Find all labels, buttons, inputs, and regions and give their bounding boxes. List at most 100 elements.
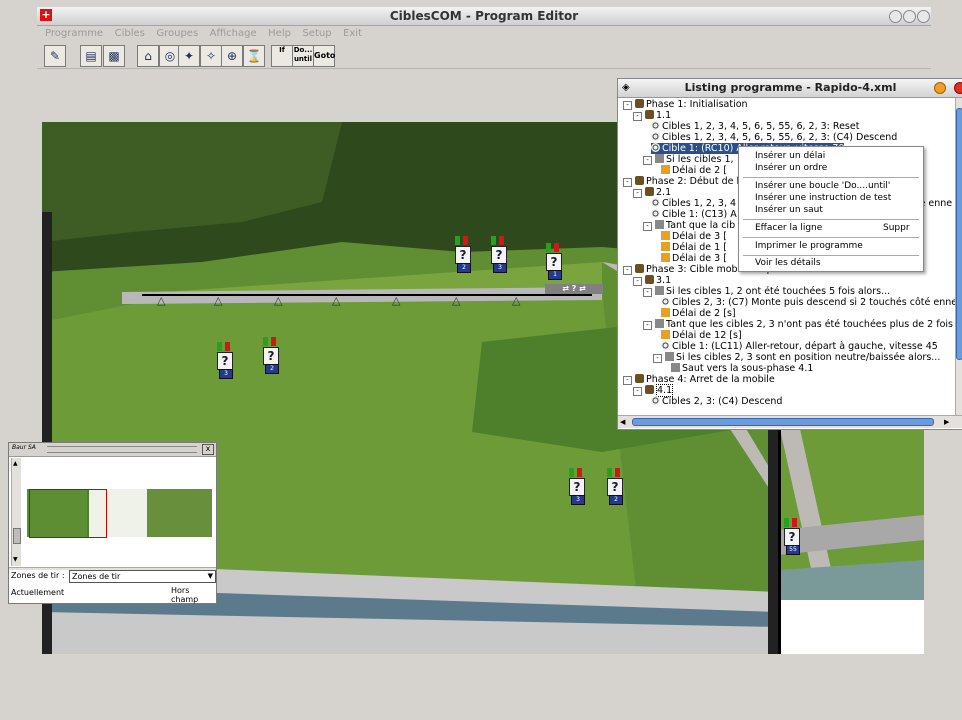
- map-target[interactable]: ? 3: [488, 234, 510, 274]
- map-target[interactable]: ? 3: [566, 466, 588, 506]
- up-arrow-icon: [569, 468, 574, 477]
- menu-groupes[interactable]: Groupes: [156, 26, 198, 41]
- scroll-thumb[interactable]: [956, 108, 962, 360]
- minimize-icon[interactable]: [934, 82, 946, 94]
- tree-row[interactable]: - Tant que la cib: [643, 220, 735, 231]
- tree-row[interactable]: - Si les cibles 1, 2 ont été touchées 5 f…: [643, 286, 890, 297]
- menu-insert-test[interactable]: Insérer une instruction de test: [755, 192, 891, 204]
- condition-icon: [655, 154, 664, 163]
- down-arrow-icon: [577, 468, 582, 477]
- crosshair-icon[interactable]: ⊕: [221, 45, 243, 67]
- new-program-icon[interactable]: ✎: [44, 45, 66, 67]
- tree-row[interactable]: Cible 1: (LC11) Aller-retour, départ à g…: [661, 341, 938, 352]
- delay-icon[interactable]: ⌛: [243, 45, 265, 67]
- down-arrow-icon: [463, 236, 468, 245]
- map-target[interactable]: ? 2: [260, 335, 282, 375]
- map-target[interactable]: ? 3: [214, 340, 236, 380]
- up-arrow-icon: [607, 468, 612, 477]
- tree-row[interactable]: - Phase 4: Arret de la mobile: [623, 374, 775, 385]
- tree-row[interactable]: -2.1: [633, 187, 671, 198]
- menu-cibles[interactable]: Cibles: [115, 26, 145, 41]
- phase-icon: [635, 176, 644, 185]
- tree-row[interactable]: Délai de 2 [: [661, 165, 727, 176]
- menu-insert-jump[interactable]: Insérer un saut: [755, 204, 823, 216]
- menu-help[interactable]: Help: [268, 26, 291, 41]
- tree-row[interactable]: - Tant que les cibles 2, 3 n'ont pas été …: [643, 319, 956, 330]
- tree-row[interactable]: Délai de 12 [s]: [661, 330, 742, 341]
- target-order-icon: [651, 198, 660, 207]
- goto-button[interactable]: Goto: [313, 45, 335, 67]
- zones-dropdown[interactable]: Zones de tir ▼: [69, 570, 216, 583]
- listing-vertical-scrollbar[interactable]: [955, 98, 962, 416]
- menu-delete-line[interactable]: Effacer la ligne: [755, 222, 822, 234]
- menu-insert-delay[interactable]: Insérer un délai: [755, 150, 825, 162]
- tree-row[interactable]: - Phase 1: Initialisation: [623, 99, 748, 110]
- scroll-thumb[interactable]: [13, 528, 21, 544]
- zones-dropdown-value: Zones de tir: [72, 572, 121, 581]
- grip-lines: [47, 446, 197, 453]
- scroll-thumb[interactable]: [632, 418, 934, 426]
- scroll-up-icon[interactable]: ▲: [13, 460, 18, 467]
- maximize-button[interactable]: [903, 10, 916, 23]
- delay-icon: [661, 165, 670, 174]
- viewport-indicator[interactable]: [29, 489, 107, 538]
- map-target[interactable]: ? 2: [604, 466, 626, 506]
- menu-print-program[interactable]: Imprimer le programme: [755, 240, 863, 252]
- tree-row[interactable]: Délai de 1 [: [661, 242, 727, 253]
- tree-row[interactable]: Cibles 1, 2, 3, 4, 5, 6, 5, 55, 6, 2, 3:…: [651, 121, 859, 132]
- rail-post: △: [512, 294, 521, 307]
- delay-icon: [661, 330, 670, 339]
- toolbar: ✎ ▤ ▩ ⌂ ◎ ✦ ✧ ⊕ ⌛ If Do... until Goto: [37, 42, 931, 69]
- do-until-button[interactable]: Do... until: [292, 45, 314, 67]
- phase-icon: [635, 264, 644, 273]
- menu-insert-loop[interactable]: Insérer une boucle 'Do....until': [755, 180, 890, 192]
- map-target[interactable]: ? 2: [452, 234, 474, 274]
- save-icon[interactable]: ▩: [103, 45, 125, 67]
- add-subphase-icon[interactable]: ✧: [200, 45, 222, 67]
- if-button[interactable]: If: [271, 45, 293, 67]
- scroll-right-icon[interactable]: ▶: [944, 418, 949, 426]
- delay-icon: [661, 253, 670, 262]
- tree-row[interactable]: Saut vers la sous-phase 4.1: [671, 363, 813, 374]
- navigator-title-bar[interactable]: Baur SA x: [9, 443, 216, 457]
- menu-programme[interactable]: Programme: [45, 26, 103, 41]
- tree-row[interactable]: Délai de 2 [s]: [661, 308, 736, 319]
- tree-row[interactable]: Délai de 3 [: [661, 231, 727, 242]
- navigator-close-button[interactable]: x: [202, 444, 214, 455]
- tree-row[interactable]: -1.1: [633, 110, 671, 121]
- subphase-icon: [645, 187, 654, 196]
- map-target[interactable]: ? 55: [781, 516, 803, 556]
- close-button[interactable]: [917, 10, 930, 23]
- minimize-button[interactable]: [889, 10, 902, 23]
- tree-row[interactable]: - Si les cibles 2, 3 sont en position neu…: [653, 352, 940, 363]
- tree-row[interactable]: Cibles 1, 2, 3, 4: [651, 198, 736, 209]
- listing-horizontal-scrollbar[interactable]: ◀ ▶: [618, 415, 962, 428]
- mobile-target-carriage[interactable]: ⇄ ? ⇄: [545, 284, 603, 294]
- up-arrow-icon: [784, 518, 789, 527]
- map-target[interactable]: ? 1: [543, 241, 565, 281]
- home-icon[interactable]: ⌂: [137, 45, 159, 67]
- menu-exit[interactable]: Exit: [343, 26, 362, 41]
- tree-row[interactable]: - Phase 2: Début de l'e: [623, 176, 748, 187]
- navigator-minimap[interactable]: [27, 489, 212, 538]
- scroll-left-icon[interactable]: ◀: [620, 418, 625, 426]
- open-file-icon[interactable]: ▤: [80, 45, 102, 67]
- listing-title-bar[interactable]: ◈ Listing programme - Rapido-4.xml: [618, 79, 962, 98]
- menu-affichage[interactable]: Affichage: [210, 26, 257, 41]
- tree-row[interactable]: Cible 1: (C13) A: [651, 209, 737, 220]
- navigator-vertical-scrollbar[interactable]: ▲ ▼: [11, 458, 21, 566]
- tree-row[interactable]: -3.1: [633, 275, 671, 286]
- tree-row[interactable]: Cibles 2, 3: (C7) Monte puis descend si …: [661, 297, 956, 308]
- menu-setup[interactable]: Setup: [302, 26, 331, 41]
- menu-separator: [743, 237, 919, 238]
- close-icon[interactable]: [954, 82, 962, 94]
- menu-show-details[interactable]: Voir les détails: [755, 257, 821, 269]
- tree-row[interactable]: Délai de 3 [: [661, 253, 727, 264]
- scroll-down-icon[interactable]: ▼: [13, 556, 18, 563]
- add-phase-icon[interactable]: ✦: [178, 45, 200, 67]
- tree-row[interactable]: Cibles 1, 2, 3, 4, 5, 6, 5, 55, 6, 2, 3:…: [651, 132, 897, 143]
- tree-row[interactable]: - Si les cibles 1,: [643, 154, 734, 165]
- menu-insert-order[interactable]: Insérer un ordre: [755, 162, 827, 174]
- tree-row[interactable]: -4.1: [633, 384, 674, 397]
- tree-row[interactable]: Cibles 2, 3: (C4) Descend: [651, 396, 782, 407]
